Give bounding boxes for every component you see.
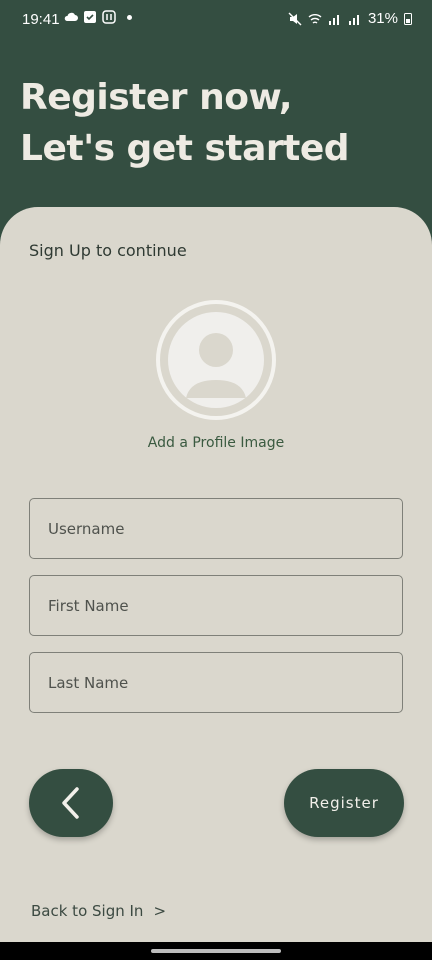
last-name-input[interactable] <box>30 653 402 712</box>
battery-level: 31% <box>367 10 398 27</box>
mute-icon <box>288 12 302 25</box>
chevron-left-icon <box>62 787 79 819</box>
status-indicators: 31% <box>288 10 412 27</box>
username-field[interactable] <box>29 498 403 559</box>
signal-icon-2 <box>348 14 359 25</box>
signal-icon <box>328 14 339 25</box>
app-notification-icon <box>102 10 116 24</box>
system-nav-bar <box>0 942 432 960</box>
home-gesture-handle[interactable] <box>151 949 281 953</box>
first-name-input[interactable] <box>30 576 402 635</box>
battery-icon <box>404 13 412 25</box>
chevron-right-icon: > <box>153 902 167 920</box>
back-to-signin-label: Back to Sign In <box>31 902 144 920</box>
back-to-signin-link[interactable]: Back to Sign In > <box>31 902 166 920</box>
signup-subtitle: Sign Up to continue <box>29 241 187 260</box>
register-button[interactable]: Register <box>284 769 404 837</box>
title-line-1: Register now, <box>20 77 293 118</box>
signup-card: Sign Up to continue Add a Profile Image … <box>0 207 432 942</box>
wifi-icon <box>308 13 322 24</box>
notification-icons <box>64 10 132 24</box>
username-input[interactable] <box>30 499 402 558</box>
profile-image-picker[interactable] <box>156 300 276 420</box>
avatar-placeholder <box>168 312 264 408</box>
status-bar: 19:41 31% <box>0 0 432 40</box>
add-profile-image-link[interactable]: Add a Profile Image <box>0 435 432 451</box>
back-button[interactable] <box>29 769 113 837</box>
first-name-field[interactable] <box>29 575 403 636</box>
check-box-icon <box>84 11 96 23</box>
notification-dot <box>127 14 132 20</box>
status-time: 19:41 <box>22 11 60 28</box>
title-line-2: Let's get started <box>20 128 350 169</box>
last-name-field[interactable] <box>29 652 403 713</box>
person-icon <box>186 333 246 398</box>
page-title: Register now, Let's get started <box>20 72 350 174</box>
cloud-icon <box>64 12 78 21</box>
